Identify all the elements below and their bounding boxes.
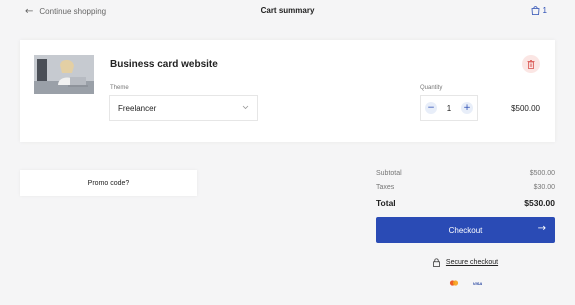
shopping-bag-icon bbox=[531, 6, 539, 15]
quantity-stepper: − 1 + bbox=[420, 95, 478, 121]
page-title: Cart summary bbox=[260, 6, 315, 15]
theme-value: Freelancer bbox=[118, 103, 157, 113]
subtotal-label: Subtotal bbox=[376, 170, 402, 177]
top-bar: ← Continue shopping Cart summary 1 bbox=[0, 0, 575, 24]
cart-item-card: Business card website Theme Freelancer Q… bbox=[20, 40, 555, 142]
secure-checkout: Secure checkout bbox=[376, 258, 555, 267]
increment-button[interactable]: + bbox=[460, 102, 473, 114]
visa-icon: VISA bbox=[472, 280, 483, 286]
checkout-button[interactable]: Checkout → bbox=[376, 217, 555, 243]
chevron-down-icon bbox=[242, 105, 249, 110]
subtotal-value: $500.00 bbox=[529, 170, 555, 177]
checkout-label: Checkout bbox=[448, 225, 483, 235]
theme-label: Theme bbox=[110, 85, 129, 91]
decrement-button[interactable]: − bbox=[425, 102, 437, 114]
secure-checkout-link[interactable]: Secure checkout bbox=[446, 259, 498, 266]
delete-item-button[interactable] bbox=[522, 55, 540, 73]
total-row: Total $530.00 bbox=[376, 198, 555, 208]
trash-icon bbox=[527, 59, 535, 69]
lock-icon bbox=[433, 258, 440, 267]
taxes-label: Taxes bbox=[376, 184, 395, 191]
promo-code-label: Promo code? bbox=[87, 179, 130, 187]
taxes-value: $30.00 bbox=[533, 184, 555, 191]
product-name: Business card website bbox=[110, 59, 218, 70]
theme-select[interactable]: Freelancer bbox=[109, 95, 258, 121]
taxes-row: Taxes $30.00 bbox=[376, 184, 555, 191]
mastercard-icon bbox=[449, 280, 458, 286]
promo-code-button[interactable]: Promo code? bbox=[20, 170, 197, 196]
subtotal-row: Subtotal $500.00 bbox=[376, 170, 555, 177]
total-value: $530.00 bbox=[524, 198, 555, 208]
arrow-right-icon: → bbox=[537, 223, 546, 234]
payment-methods: VISA bbox=[376, 280, 555, 286]
product-thumbnail bbox=[34, 55, 94, 94]
quantity-label: Quantity bbox=[420, 85, 443, 91]
cart-count: 1 bbox=[542, 5, 547, 15]
item-price: $500.00 bbox=[511, 104, 540, 113]
cart-button[interactable]: 1 bbox=[531, 5, 547, 15]
quantity-value: 1 bbox=[446, 103, 452, 113]
total-label: Total bbox=[376, 198, 396, 208]
